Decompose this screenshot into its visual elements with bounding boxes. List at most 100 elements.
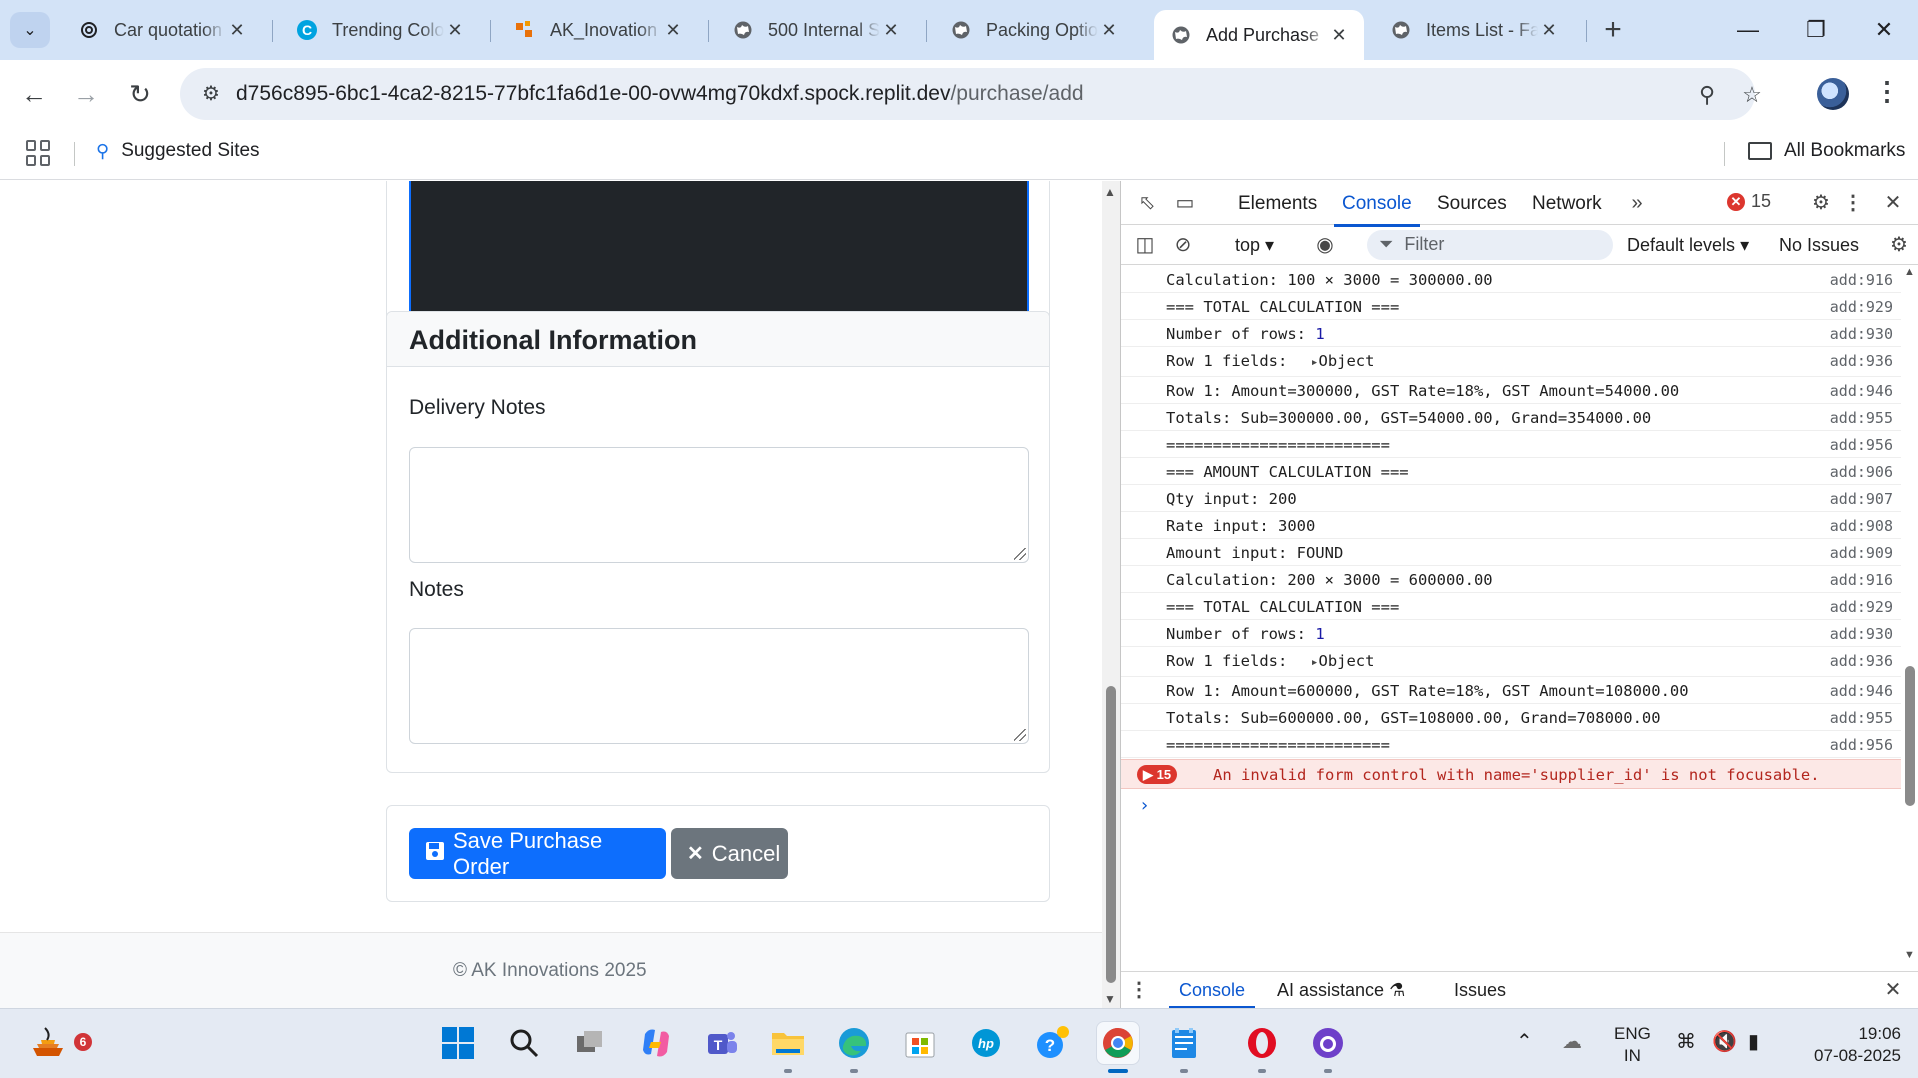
log-source-link[interactable]: add:906 [1830, 463, 1893, 481]
tab-ak-inovation[interactable]: AK_Inovation ✕ [498, 10, 698, 50]
close-icon[interactable]: ✕ [1538, 20, 1560, 41]
github-icon[interactable] [1306, 1021, 1350, 1065]
devtools-tab-elements[interactable]: Elements [1238, 193, 1317, 215]
opera-icon[interactable] [1240, 1021, 1284, 1065]
console-filter-input[interactable]: ⏷ Filter [1367, 230, 1613, 260]
console-error-entry[interactable]: ▶ 15 An invalid form control with name='… [1121, 759, 1901, 789]
settings-gear-icon[interactable]: ⚙ [1807, 189, 1835, 217]
close-icon[interactable]: ✕ [880, 20, 902, 41]
microsoft-store-icon[interactable] [898, 1021, 942, 1065]
restore-button[interactable]: ❐ [1786, 12, 1846, 48]
scroll-down-icon[interactable]: ▼ [1904, 949, 1915, 961]
menu-icon[interactable]: ⋮ [1872, 76, 1902, 112]
log-source-link[interactable]: add:907 [1830, 490, 1893, 508]
drawer-tab-console[interactable]: Console [1168, 980, 1256, 1009]
log-source-link[interactable]: add:908 [1830, 517, 1893, 535]
tab-add-purchase[interactable]: Add Purchase ✕ [1154, 10, 1364, 60]
log-source-link[interactable]: add:956 [1830, 436, 1893, 454]
object-expander[interactable]: Object [1297, 652, 1375, 670]
save-purchase-order-button[interactable]: Save Purchase Order [409, 828, 666, 879]
all-bookmarks-button[interactable]: All Bookmarks [1748, 140, 1905, 162]
windows-start-icon[interactable] [436, 1021, 480, 1065]
inspect-element-icon[interactable]: ⬁ [1133, 189, 1161, 217]
zoom-icon[interactable]: ⚲ [1692, 80, 1722, 110]
weather-widget-icon[interactable]: 6 [26, 1021, 92, 1065]
page-scrollbar[interactable]: ▲ ▼ [1102, 181, 1120, 1008]
log-source-link[interactable]: add:916 [1830, 271, 1893, 289]
log-source-link[interactable]: add:929 [1830, 598, 1893, 616]
new-tab-button[interactable]: + [1596, 14, 1630, 48]
language-indicator[interactable]: ENG IN [1614, 1023, 1651, 1067]
system-clock[interactable]: 19:06 07-08-2025 [1805, 1023, 1901, 1067]
speaker-muted-icon[interactable]: 🔇 [1712, 1029, 1737, 1054]
console-prompt[interactable]: › [1139, 795, 1150, 816]
scrollbar-thumb[interactable] [1905, 666, 1915, 806]
close-drawer-icon[interactable]: ✕ [1879, 976, 1907, 1004]
scroll-down-icon[interactable]: ▼ [1104, 992, 1116, 1006]
resize-handle-icon[interactable] [1014, 548, 1026, 560]
eye-icon[interactable]: ◉ [1311, 231, 1339, 259]
more-tabs-icon[interactable]: » [1623, 189, 1651, 217]
tab-car-quotation[interactable]: Car quotation ✕ [62, 10, 262, 50]
back-button[interactable]: ← [14, 74, 54, 114]
sidebar-toggle-icon[interactable]: ◫ [1131, 231, 1159, 259]
log-source-link[interactable]: add:946 [1830, 682, 1893, 700]
file-explorer-icon[interactable] [766, 1021, 810, 1065]
tab-packing-options[interactable]: Packing Options ✕ [934, 10, 1134, 50]
cancel-button[interactable]: ✕ Cancel [671, 828, 788, 879]
resize-handle-icon[interactable] [1014, 729, 1026, 741]
log-source-link[interactable]: add:955 [1830, 709, 1893, 727]
object-expander[interactable]: Object [1297, 352, 1375, 370]
tab-items-list[interactable]: Items List - Fa ✕ [1374, 10, 1574, 50]
drawer-menu-icon[interactable]: ⋮ [1125, 976, 1153, 1004]
close-window-button[interactable]: ✕ [1854, 12, 1914, 48]
log-source-link[interactable]: add:929 [1830, 298, 1893, 316]
chevron-up-icon[interactable]: ⌃ [1516, 1029, 1533, 1054]
clear-console-icon[interactable]: ⊘ [1169, 231, 1197, 259]
devtools-tab-sources[interactable]: Sources [1437, 193, 1507, 215]
forward-button[interactable]: → [66, 74, 106, 114]
delivery-notes-textarea[interactable] [409, 447, 1029, 563]
copilot-icon[interactable] [634, 1021, 678, 1065]
log-source-link[interactable]: add:909 [1830, 544, 1893, 562]
tab-internal-server-error[interactable]: 500 Internal Server Error ✕ [716, 10, 916, 50]
close-icon[interactable]: ✕ [226, 20, 248, 41]
log-source-link[interactable]: add:936 [1830, 652, 1893, 670]
log-source-link[interactable]: add:916 [1830, 571, 1893, 589]
scrollbar-thumb[interactable] [1106, 686, 1116, 983]
notepad-icon[interactable] [1162, 1021, 1206, 1065]
url-text[interactable]: d756c895-6bc1-4ca2-8215-77bfc1fa6d1e-00-… [236, 82, 1084, 106]
edge-icon[interactable] [832, 1021, 876, 1065]
task-view-icon[interactable] [568, 1021, 612, 1065]
close-icon[interactable]: ✕ [1328, 25, 1350, 46]
log-source-link[interactable]: add:930 [1830, 625, 1893, 643]
close-icon[interactable]: ✕ [444, 20, 466, 41]
help-icon[interactable]: ? [1030, 1021, 1074, 1065]
close-icon[interactable]: ✕ [1098, 20, 1120, 41]
device-toolbar-icon[interactable]: ▭ [1171, 189, 1199, 217]
address-bar[interactable]: ⚙ d756c895-6bc1-4ca2-8215-77bfc1fa6d1e-0… [180, 68, 1762, 120]
site-info-icon[interactable]: ⚙ [196, 79, 226, 109]
minimize-button[interactable]: — [1718, 12, 1778, 48]
scroll-up-icon[interactable]: ▲ [1104, 185, 1116, 199]
drawer-tab-ai-assistance[interactable]: AI assistance ⚗ [1277, 980, 1405, 1001]
profile-avatar[interactable] [1817, 78, 1849, 110]
bookmark-suggested-sites[interactable]: ⚲ Suggested Sites [96, 140, 260, 162]
log-source-link[interactable]: add:946 [1830, 382, 1893, 400]
close-icon[interactable]: ✕ [662, 20, 684, 41]
hp-icon[interactable]: hp [964, 1021, 1008, 1065]
context-selector[interactable]: top ▾ [1235, 235, 1274, 256]
more-options-icon[interactable]: ⋮ [1839, 189, 1867, 217]
error-count-badge[interactable]: ✕ 15 [1727, 191, 1771, 212]
teams-icon[interactable]: T [700, 1021, 744, 1065]
log-source-link[interactable]: add:955 [1830, 409, 1893, 427]
notes-textarea[interactable] [409, 628, 1029, 744]
issues-counter[interactable]: No Issues [1779, 235, 1859, 256]
close-devtools-icon[interactable]: ✕ [1879, 189, 1907, 217]
chrome-icon[interactable] [1096, 1021, 1140, 1065]
devtools-tab-console[interactable]: Console [1334, 193, 1420, 227]
reload-button[interactable]: ↻ [120, 74, 160, 114]
devtools-tab-network[interactable]: Network [1532, 193, 1602, 215]
log-source-link[interactable]: add:956 [1830, 736, 1893, 754]
console-settings-icon[interactable]: ⚙ [1885, 231, 1913, 259]
